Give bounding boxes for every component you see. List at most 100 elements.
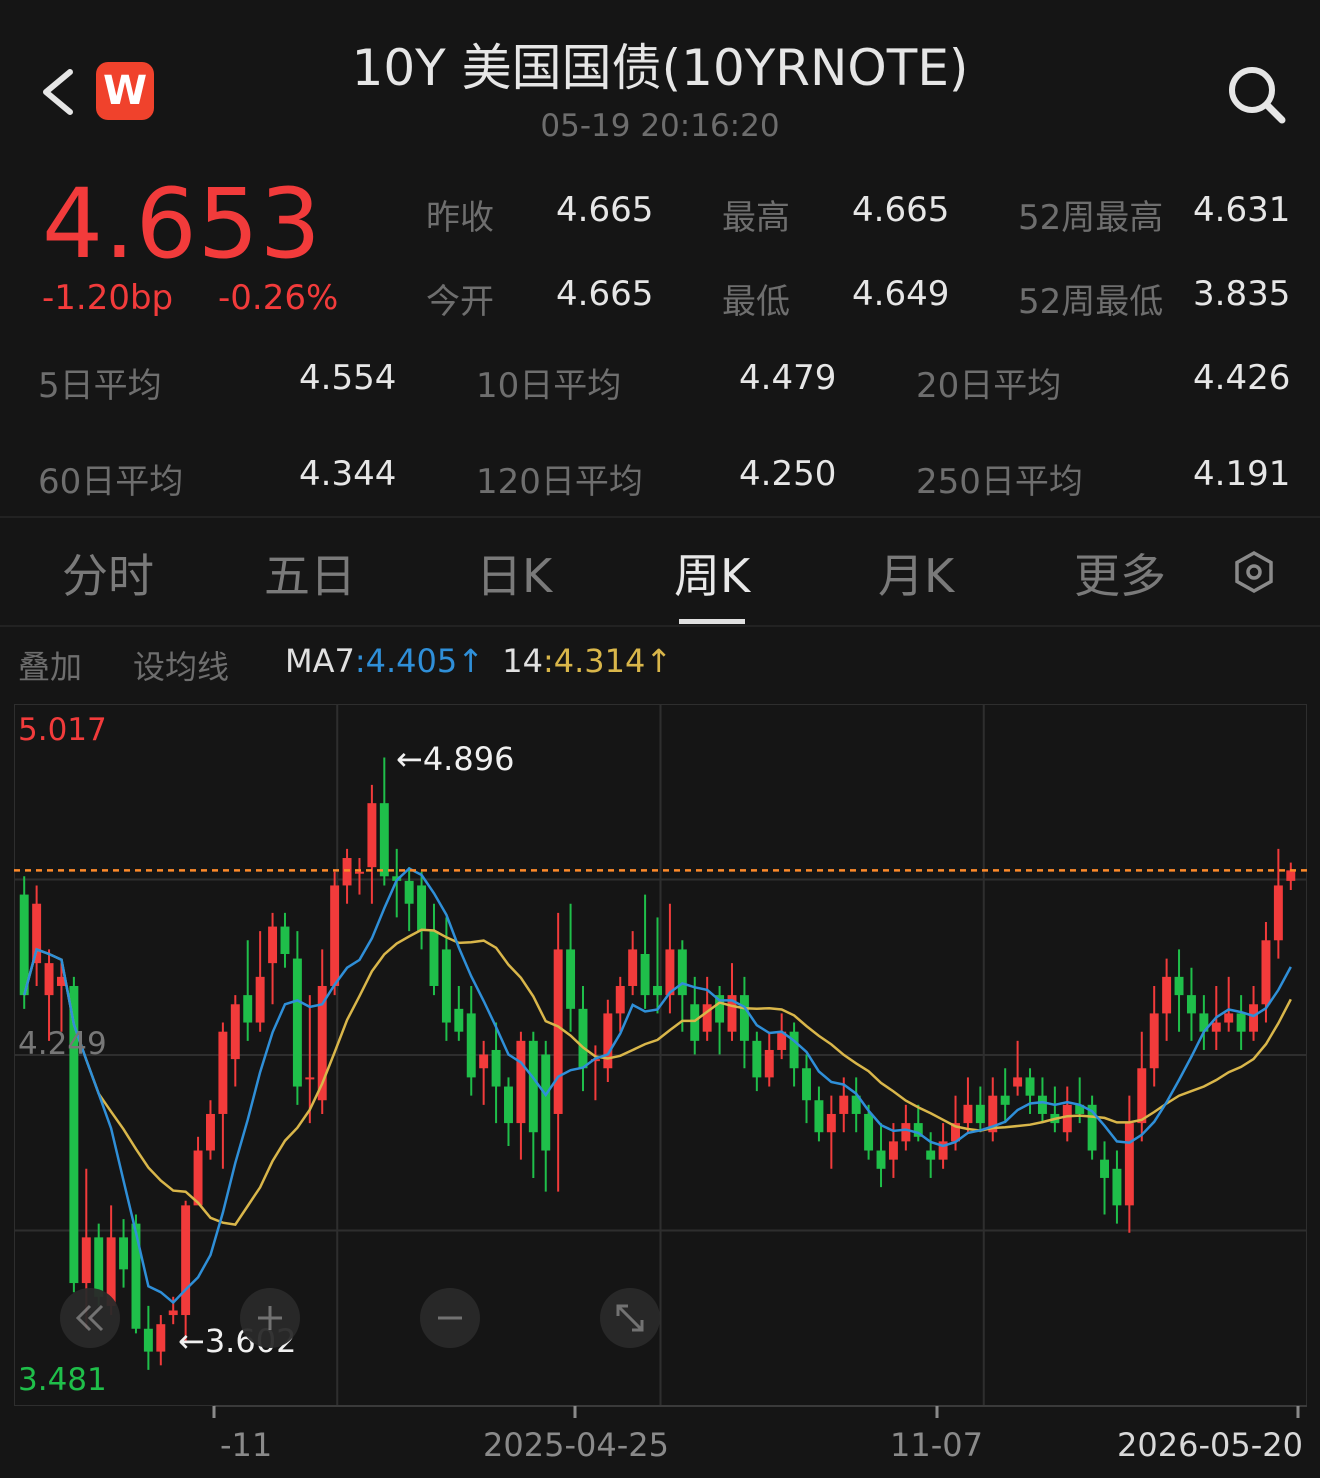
tab-daily-k[interactable]: 日K	[476, 540, 552, 606]
tab-more[interactable]: 更多	[1074, 540, 1166, 606]
candle-body	[1100, 1159, 1109, 1178]
tab-five-day[interactable]: 五日	[264, 540, 356, 606]
stat-label-52w-high: 52周最高	[1018, 198, 1164, 238]
candle-body	[839, 1095, 849, 1114]
stat-value-open: 4.665	[556, 274, 654, 314]
double-chevron-left-icon	[75, 1304, 104, 1332]
candle-body	[1137, 1068, 1147, 1124]
ma7-separator: :	[354, 642, 366, 680]
chart-grid	[14, 704, 1307, 1406]
candles	[19, 757, 1296, 1370]
candle-body	[1013, 1077, 1023, 1087]
stat-label-52w-low: 52周最低	[1018, 282, 1164, 322]
divider	[0, 516, 1320, 518]
candle-body	[888, 1141, 898, 1160]
candle-body	[417, 885, 427, 932]
page-title: 10Y 美国国债(10YRNOTE)	[351, 39, 969, 97]
ma14-separator: :	[542, 642, 554, 680]
stat-value-prev-close: 4.665	[556, 190, 654, 230]
y-min-label: 3.481	[18, 1362, 107, 1398]
ma7-label: MA7	[285, 642, 355, 680]
candle-body	[1112, 1168, 1122, 1206]
settings-hexagon-icon[interactable]	[1232, 550, 1276, 594]
candle-body	[305, 1077, 315, 1080]
candle-body	[566, 949, 576, 1009]
candle-body	[218, 1031, 228, 1114]
x-label-4: 2026-05-20	[1117, 1426, 1303, 1464]
candle-body	[429, 931, 439, 986]
change-bp: -1.20bp	[42, 278, 174, 318]
candle-body	[826, 1113, 836, 1133]
candle-body	[1211, 1022, 1221, 1032]
stat-value-high: 4.665	[852, 190, 950, 230]
candle-body	[628, 949, 638, 986]
ma120-label: 120日平均	[476, 462, 643, 502]
minus-icon	[438, 1316, 462, 1320]
divider	[0, 625, 1320, 627]
candle-body	[516, 1040, 526, 1124]
candle-body	[1236, 1013, 1246, 1032]
candle-body	[44, 963, 54, 996]
stat-label-high: 最高	[722, 198, 790, 238]
tab-intraday[interactable]: 分时	[62, 540, 154, 606]
candle-body	[1224, 1013, 1234, 1023]
candle-body	[1062, 1104, 1072, 1133]
ma-legend: MA7:4.405↑ 14:4.314↑	[285, 642, 672, 680]
candle-body	[330, 885, 340, 986]
candle-body	[653, 985, 662, 996]
candle-body	[553, 949, 563, 1114]
candle-body	[379, 803, 389, 877]
candle-body	[926, 1150, 936, 1160]
candle-body	[1186, 995, 1196, 1014]
stat-value-low: 4.649	[852, 274, 950, 314]
stat-label-low: 最低	[722, 282, 790, 322]
ma7-arrow-icon: ↑	[457, 642, 485, 680]
candle-body	[1273, 885, 1283, 941]
candle-body	[901, 1123, 911, 1142]
active-tab-indicator	[679, 619, 745, 624]
candle-body	[367, 803, 377, 868]
candle-body	[280, 926, 290, 954]
overlay-button[interactable]: 叠加	[18, 642, 82, 688]
fullscreen-button[interactable]	[600, 1288, 660, 1348]
candle-body	[739, 995, 749, 1041]
set-ma-button[interactable]: 设均线	[133, 642, 229, 688]
candle-body	[528, 1040, 538, 1133]
zoom-out-button[interactable]	[420, 1288, 480, 1348]
candle-body	[342, 858, 352, 886]
candle-body	[230, 1004, 240, 1060]
scroll-left-button[interactable]	[60, 1288, 120, 1348]
x-label-3: 11-07	[890, 1426, 983, 1464]
candle-body	[814, 1100, 824, 1133]
candle-body	[504, 1086, 513, 1124]
candle-body	[1025, 1077, 1035, 1096]
candle-body	[454, 1008, 464, 1032]
candle-body	[665, 949, 675, 996]
stat-label-open: 今开	[426, 282, 494, 322]
ma14-value: 4.314	[553, 642, 646, 680]
ma14-label: 14	[502, 642, 543, 680]
change-percent: -0.26%	[218, 278, 339, 318]
ma250-label: 250日平均	[916, 462, 1083, 502]
tab-monthly-k[interactable]: 月K	[878, 540, 954, 606]
candle-body	[1162, 976, 1172, 1014]
candle-body	[32, 903, 42, 964]
candle-body	[1000, 1095, 1010, 1105]
candle-body	[479, 1054, 489, 1069]
candle-body	[441, 949, 451, 1023]
search-icon[interactable]	[1224, 62, 1288, 126]
candle-body	[168, 1310, 178, 1316]
candle-body	[963, 1104, 973, 1124]
candle-body	[156, 1324, 166, 1352]
candle-body	[603, 1013, 613, 1069]
candle-body	[1149, 1013, 1159, 1069]
candle-body	[355, 871, 364, 874]
ma5-label: 5日平均	[38, 366, 162, 406]
zoom-in-button[interactable]	[240, 1288, 300, 1348]
kline-chart[interactable]	[14, 704, 1307, 1406]
candle-body	[1249, 1004, 1259, 1032]
ma60-value: 4.344	[299, 454, 397, 494]
tab-weekly-k[interactable]: 周K	[674, 540, 750, 606]
candle-body	[541, 1054, 551, 1151]
y-max-label: 5.017	[18, 712, 107, 748]
